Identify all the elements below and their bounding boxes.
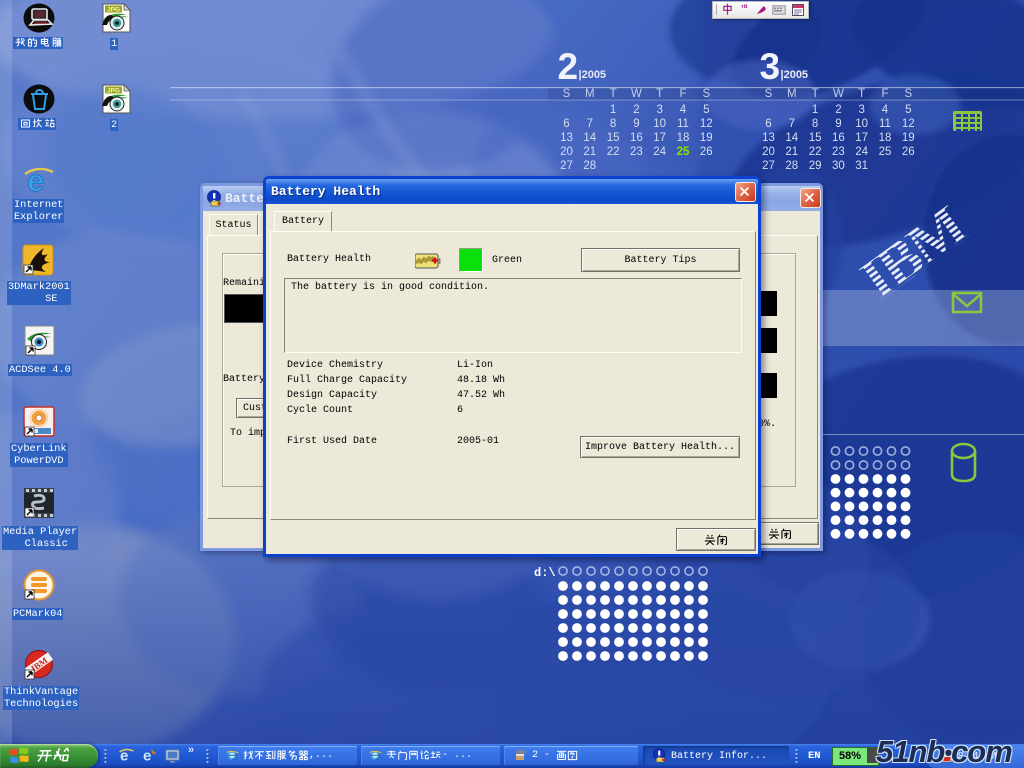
svg-text:e: e — [143, 748, 151, 764]
svg-text:JPG: JPG — [107, 7, 120, 14]
svg-text:JPG: JPG — [107, 88, 120, 95]
svg-text:d:\: d:\ — [534, 566, 556, 580]
